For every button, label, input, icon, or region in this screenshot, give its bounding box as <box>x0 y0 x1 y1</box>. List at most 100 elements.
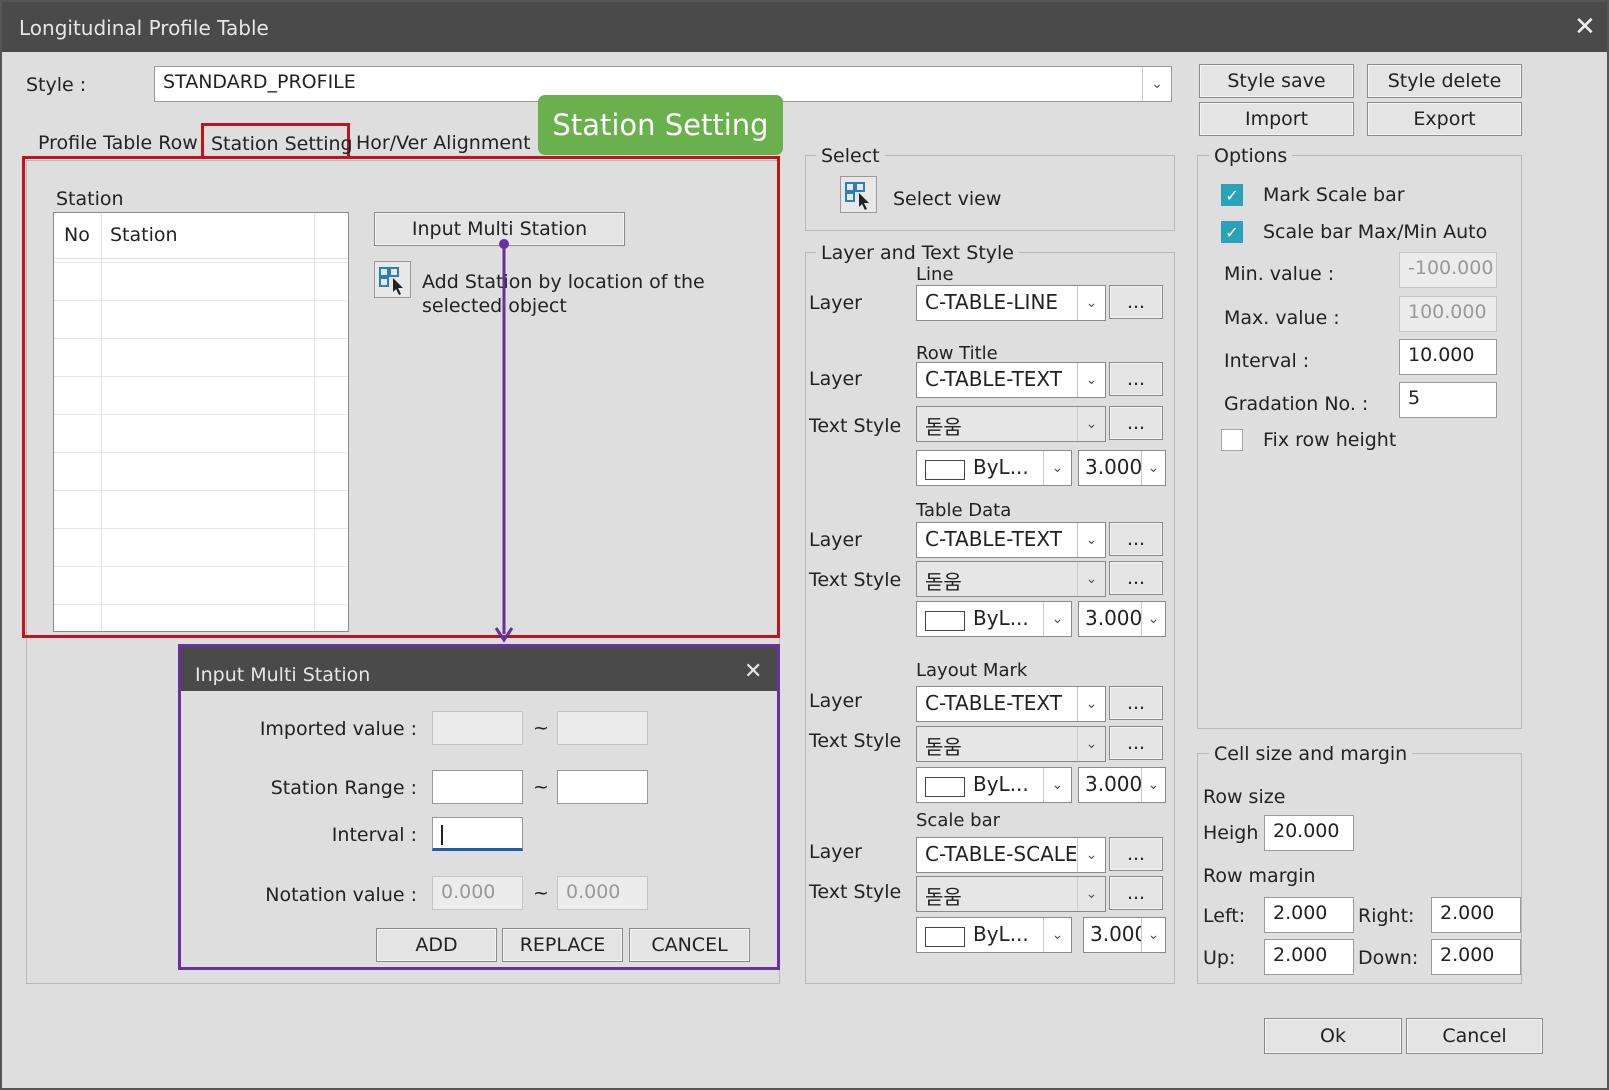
style-value: STANDARD_PROFILE <box>163 71 356 93</box>
tab-hor-ver-alignment[interactable]: Hor/Ver Alignment <box>356 132 531 154</box>
cancel-button[interactable]: CANCEL <box>629 928 750 962</box>
layout-mark-color-combo[interactable]: ByL... ⌄ <box>916 767 1072 803</box>
gradation-input[interactable]: 5 <box>1399 382 1497 418</box>
select-view-icon[interactable] <box>840 176 877 213</box>
chevron-down-icon[interactable]: ⌄ <box>1142 67 1171 101</box>
row-title-text-style-combo[interactable]: 돋움 ⌄ <box>916 406 1106 442</box>
right-input[interactable]: 2.000 <box>1431 897 1521 933</box>
row-title-layer-more-button[interactable]: ... <box>1109 362 1163 396</box>
row-title-layer-combo[interactable]: C-TABLE-TEXT ⌄ <box>916 362 1106 398</box>
row-title-text-style-more-button[interactable]: ... <box>1109 406 1163 440</box>
up-input[interactable]: 2.000 <box>1264 939 1354 975</box>
line-layer-combo[interactable]: C-TABLE-LINE ⌄ <box>916 285 1106 321</box>
subdialog-close-icon[interactable]: ✕ <box>744 659 762 684</box>
replace-button[interactable]: REPLACE <box>502 928 623 962</box>
row-size-label: Row size <box>1203 786 1286 808</box>
interval-input[interactable]: 10.000 <box>1399 339 1497 375</box>
line-layer-more-button[interactable]: ... <box>1109 285 1163 319</box>
table-data-size-combo[interactable]: 3.0000 ⌄ <box>1078 601 1166 637</box>
scale-bar-layer-more-button[interactable]: ... <box>1109 837 1163 871</box>
select-object-icon[interactable] <box>374 261 411 298</box>
up-label: Up: <box>1203 947 1236 969</box>
row-title-size-combo[interactable]: 3.0000 ⌄ <box>1078 450 1166 486</box>
fix-row-height-label[interactable]: Fix row height <box>1263 429 1396 451</box>
style-save-button[interactable]: Style save <box>1199 64 1354 98</box>
max-value-input: 100.000 <box>1399 296 1497 332</box>
scale-bar-text-style-combo[interactable]: 돋움 ⌄ <box>916 876 1106 912</box>
table-data-layer-more-button[interactable]: ... <box>1109 522 1163 556</box>
subdialog-title: Input Multi Station <box>195 664 371 686</box>
dialog-window: Longitudinal Profile Table ✕ Style : STA… <box>0 0 1609 1090</box>
mark-scale-bar-checkbox[interactable]: ✓ <box>1221 184 1243 206</box>
table-data-layer-value: C-TABLE-TEXT <box>925 527 1062 551</box>
left-input[interactable]: 2.000 <box>1264 897 1354 933</box>
select-group-title: Select <box>816 145 885 167</box>
text-style-label: Text Style <box>809 730 902 752</box>
scale-bar-section-title: Scale bar <box>916 810 1001 831</box>
title-bar: Longitudinal Profile Table ✕ <box>2 2 1607 52</box>
text-style-label: Text Style <box>809 415 902 437</box>
down-label: Down: <box>1358 947 1419 969</box>
line-layer-value: C-TABLE-LINE <box>925 290 1059 314</box>
layout-mark-text-style-more-button[interactable]: ... <box>1109 726 1163 760</box>
table-data-color-combo[interactable]: ByL... ⌄ <box>916 601 1072 637</box>
scale-bar-color-combo[interactable]: ByL... ⌄ <box>916 917 1072 953</box>
left-label: Left: <box>1203 905 1246 927</box>
column-header-station[interactable]: Station <box>110 224 178 246</box>
style-delete-button[interactable]: Style delete <box>1367 64 1522 98</box>
table-data-text-style-more-button[interactable]: ... <box>1109 561 1163 595</box>
tab-profile-table-row[interactable]: Profile Table Row <box>38 132 198 154</box>
layout-mark-layer-combo[interactable]: C-TABLE-TEXT ⌄ <box>916 686 1106 722</box>
table-data-text-style-combo[interactable]: 돋움 ⌄ <box>916 561 1106 597</box>
layer-label: Layer <box>809 690 862 712</box>
height-input[interactable]: 20.000 <box>1264 815 1354 851</box>
close-icon[interactable]: ✕ <box>1574 12 1596 42</box>
scale-bar-layer-combo[interactable]: C-TABLE-SCALE ⌄ <box>916 837 1106 873</box>
row-title-section-title: Row Title <box>916 343 998 364</box>
tilde: ~ <box>533 882 549 904</box>
chevron-down-icon: ⌄ <box>1077 286 1105 320</box>
layer-text-style-title: Layer and Text Style <box>816 242 1019 264</box>
scale-bar-text-style-more-button[interactable]: ... <box>1109 876 1163 910</box>
export-button[interactable]: Export <box>1367 102 1522 136</box>
station-list-table[interactable]: No Station <box>53 212 349 632</box>
chevron-down-icon: ⌄ <box>1141 768 1165 802</box>
scale-bar-color-value: ByL... <box>973 922 1029 946</box>
layout-mark-layer-value: C-TABLE-TEXT <box>925 691 1062 715</box>
layout-mark-layer-more-button[interactable]: ... <box>1109 686 1163 720</box>
table-data-section-title: Table Data <box>916 500 1012 521</box>
down-input[interactable]: 2.000 <box>1431 939 1521 975</box>
import-button[interactable]: Import <box>1199 102 1354 136</box>
mark-scale-bar-label[interactable]: Mark Scale bar <box>1263 184 1405 206</box>
layout-mark-text-style-combo[interactable]: 돋움 ⌄ <box>916 726 1106 762</box>
chevron-down-icon: ⌄ <box>1043 451 1071 485</box>
scale-auto-checkbox[interactable]: ✓ <box>1221 221 1243 243</box>
scale-auto-label[interactable]: Scale bar Max/Min Auto <box>1263 221 1487 243</box>
select-view-label[interactable]: Select view <box>893 188 1001 210</box>
chevron-down-icon: ⌄ <box>1077 363 1105 397</box>
interval-label: Interval : <box>1224 350 1310 372</box>
footer-cancel-button[interactable]: Cancel <box>1406 1018 1543 1054</box>
station-range-to-input[interactable] <box>557 770 648 804</box>
column-divider <box>101 213 102 631</box>
layer-label: Layer <box>809 841 862 863</box>
add-button[interactable]: ADD <box>376 928 497 962</box>
row-title-color-combo[interactable]: ByL... ⌄ <box>916 450 1072 486</box>
station-range-from-input[interactable] <box>432 770 523 804</box>
interval-input[interactable] <box>432 817 523 851</box>
scale-bar-size-combo[interactable]: 3.000 ⌄ <box>1083 917 1166 953</box>
tab-station-setting[interactable]: Station Setting <box>211 133 353 155</box>
table-header <box>54 213 348 259</box>
text-cursor <box>441 825 443 845</box>
row-title-layer-value: C-TABLE-TEXT <box>925 367 1062 391</box>
chevron-down-icon: ⌄ <box>1043 602 1071 636</box>
ok-button[interactable]: Ok <box>1264 1018 1402 1054</box>
max-value-label: Max. value : <box>1224 307 1340 329</box>
table-data-layer-combo[interactable]: C-TABLE-TEXT ⌄ <box>916 522 1106 558</box>
layout-mark-size-combo[interactable]: 3.0000 ⌄ <box>1078 767 1166 803</box>
layout-mark-text-style-value: 돋움 <box>925 735 962 759</box>
fix-row-height-checkbox[interactable] <box>1221 429 1243 451</box>
station-range-label: Station Range : <box>270 777 417 799</box>
window-title: Longitudinal Profile Table <box>19 16 269 40</box>
column-header-no[interactable]: No <box>64 224 90 246</box>
